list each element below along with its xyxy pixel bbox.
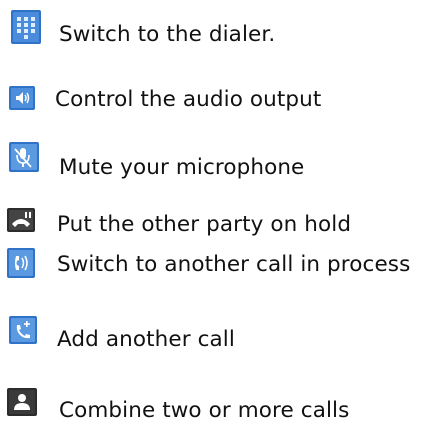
list-item: Switch to another call in process — [7, 248, 417, 288]
item-label: Control the audio output — [55, 87, 322, 112]
item-label: Add another call — [57, 327, 235, 352]
item-label: Put the other party on hold — [57, 212, 352, 237]
list-item: Mute your microphone — [7, 142, 417, 182]
swap-call-icon — [7, 248, 35, 278]
item-label: Switch to another call in process — [57, 252, 411, 277]
speaker-icon — [9, 86, 35, 110]
dialpad-icon — [11, 10, 41, 44]
item-label: Switch to the dialer. — [59, 22, 276, 47]
list-item: Combine two or more calls — [7, 388, 417, 428]
add-call-icon — [9, 316, 37, 344]
merge-calls-icon — [7, 388, 37, 416]
hold-icon — [7, 208, 35, 232]
list-item: Switch to the dialer. — [7, 8, 417, 48]
list-item: Add another call — [7, 316, 417, 356]
item-label: Combine two or more calls — [59, 398, 350, 423]
list-item: Control the audio output — [7, 82, 417, 122]
item-label: Mute your microphone — [59, 155, 305, 180]
list-item: Put the other party on hold — [7, 208, 417, 248]
microphone-mute-icon — [9, 142, 39, 172]
